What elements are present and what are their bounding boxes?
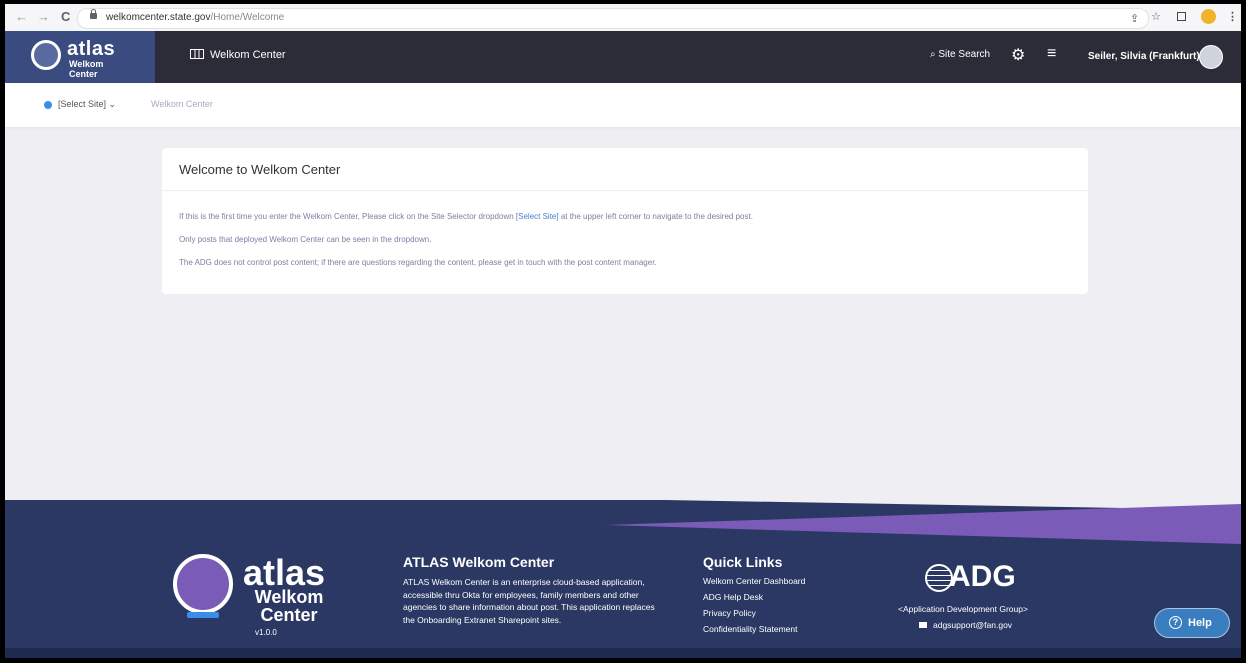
user-avatar[interactable] xyxy=(1199,45,1223,69)
gear-icon[interactable]: ⚙ xyxy=(1011,45,1025,65)
site-status-dot xyxy=(44,101,52,109)
logo-subtitle: Welkom Center xyxy=(69,59,103,79)
p1-text-before: If this is the first time you enter the … xyxy=(179,212,516,221)
side-panel-icon[interactable] xyxy=(1177,12,1186,21)
about-title: ATLAS Welkom Center xyxy=(403,554,555,570)
globe-stand-icon xyxy=(187,612,219,618)
handshake-globe-icon xyxy=(173,554,233,614)
divider xyxy=(162,190,1088,191)
help-button[interactable]: ? Help xyxy=(1154,608,1230,638)
adg-logo: ADG xyxy=(949,560,1016,593)
help-label: Help xyxy=(1188,617,1212,629)
question-icon: ? xyxy=(1169,616,1182,629)
app-title-link[interactable]: Welkom Center xyxy=(190,49,286,61)
about-text: ATLAS Welkom Center is an enterprise clo… xyxy=(403,577,655,625)
footer-logo-line2: Center xyxy=(260,605,318,625)
breadcrumb[interactable]: Welkom Center xyxy=(151,99,213,109)
address-bar[interactable]: welkomcenter.state.gov/Home/Welcome ⇪ xyxy=(77,8,1149,29)
adg-email: adgsupport@fan.gov xyxy=(933,620,1013,630)
subnav-bar: [Select Site] ⌄ Welkom Center xyxy=(5,83,1241,127)
browser-menu-icon[interactable]: ⋮ xyxy=(1227,10,1238,23)
search-icon: ⌕ xyxy=(930,49,936,60)
user-name[interactable]: Seiler, Silvia (Frankfurt) xyxy=(1088,51,1200,62)
footer: atlas Welkom Center v1.0.0 ATLAS Welkom … xyxy=(5,500,1241,658)
footer-logo-line1: Welkom xyxy=(254,587,324,607)
select-site-link[interactable]: [Select Site] xyxy=(516,212,559,221)
adg-email-link[interactable]: adgsupport@fan.gov xyxy=(919,620,1012,630)
site-search-label: Site Search xyxy=(938,49,991,60)
app-version: v1.0.0 xyxy=(255,628,277,637)
link-confidentiality-statement[interactable]: Confidentiality Statement xyxy=(703,624,798,634)
quick-links-title: Quick Links xyxy=(703,554,783,570)
lock-icon xyxy=(90,9,97,19)
profile-avatar-icon[interactable] xyxy=(1201,9,1216,24)
site-selector-dropdown[interactable]: [Select Site] ⌄ xyxy=(58,99,116,110)
bookmark-star-icon[interactable]: ☆ xyxy=(1151,10,1161,23)
logo-line2: Center xyxy=(69,69,98,79)
adg-subtitle: <Application Development Group> xyxy=(898,604,1028,614)
link-adg-help-desk[interactable]: ADG Help Desk xyxy=(703,592,763,602)
app-logo[interactable]: atlas Welkom Center xyxy=(5,31,155,83)
building-icon xyxy=(190,49,204,59)
logo-line1: Welkom xyxy=(69,59,104,69)
footer-logo-subtitle: Welkom Center xyxy=(249,588,329,624)
welcome-paragraph-1: If this is the first time you enter the … xyxy=(179,212,753,221)
browser-toolbar: ← → C welkomcenter.state.gov/Home/Welcom… xyxy=(5,4,1241,32)
site-search-button[interactable]: ⌕ Site Search xyxy=(930,49,990,60)
welcome-card: Welcome to Welkom Center If this is the … xyxy=(162,148,1088,294)
share-icon[interactable]: ⇪ xyxy=(1130,12,1139,25)
url-text: welkomcenter.state.gov/Home/Welcome xyxy=(106,12,284,23)
link-welkom-center-dashboard[interactable]: Welkom Center Dashboard xyxy=(703,576,805,586)
app-header: atlas Welkom Center Welkom Center ⌕ Site… xyxy=(5,31,1241,83)
url-domain: welkomcenter.state.gov xyxy=(106,12,211,23)
globe-handshake-icon xyxy=(31,40,61,70)
welcome-paragraph-3: The ADG does not control post content; i… xyxy=(179,258,657,267)
chevron-down-icon: ⌄ xyxy=(108,99,117,109)
logo-title: atlas xyxy=(67,38,116,60)
browser-window: ← → C welkomcenter.state.gov/Home/Welcom… xyxy=(5,4,1241,658)
reload-icon[interactable]: C xyxy=(61,10,70,24)
mail-icon xyxy=(919,622,927,628)
welcome-paragraph-2: Only posts that deployed Welkom Center c… xyxy=(179,235,432,244)
url-path: /Home/Welcome xyxy=(210,12,285,23)
link-privacy-policy[interactable]: Privacy Policy xyxy=(703,608,756,618)
site-selector-label: [Select Site] xyxy=(58,99,107,109)
p1-text-after: at the upper left corner to navigate to … xyxy=(558,212,753,221)
back-icon[interactable]: ← xyxy=(15,10,28,24)
welcome-title: Welcome to Welkom Center xyxy=(179,162,341,177)
forward-icon[interactable]: → xyxy=(37,10,50,24)
menu-icon[interactable]: ≡ xyxy=(1047,45,1056,63)
app-title: Welkom Center xyxy=(210,49,286,61)
